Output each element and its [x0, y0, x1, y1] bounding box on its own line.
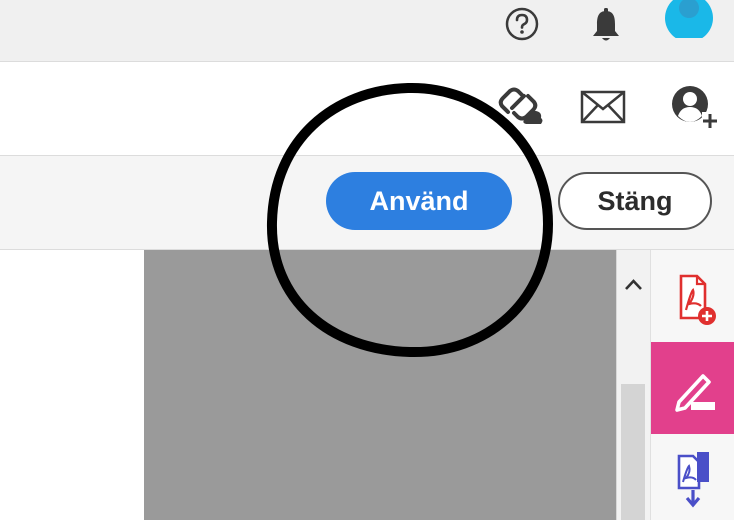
- fill-sign-tool[interactable]: [651, 342, 734, 434]
- add-user-icon[interactable]: [668, 82, 718, 132]
- link-icon[interactable]: [498, 84, 544, 128]
- fill-sign-icon: [675, 374, 715, 412]
- document-toolbar: [0, 62, 734, 156]
- mail-icon[interactable]: [580, 90, 626, 124]
- vertical-scrollbar[interactable]: [616, 250, 650, 520]
- scroll-thumb[interactable]: [621, 384, 645, 520]
- help-icon[interactable]: [504, 6, 540, 42]
- document-title-area: [20, 92, 260, 138]
- export-pdf-icon: [677, 452, 709, 508]
- create-pdf-tool[interactable]: [651, 262, 734, 334]
- export-pdf-tool[interactable]: [651, 444, 734, 516]
- fill-sign-action-bar: Använd Stäng: [0, 156, 734, 250]
- close-button[interactable]: Stäng: [558, 172, 712, 230]
- apply-button[interactable]: Använd: [326, 172, 512, 230]
- left-panel: [0, 250, 144, 520]
- document-canvas[interactable]: [144, 250, 616, 520]
- scroll-up-arrow-icon[interactable]: [617, 250, 650, 320]
- app-window: Använd Stäng: [0, 0, 734, 520]
- avatar[interactable]: [665, 0, 713, 46]
- tools-rail: [650, 250, 734, 520]
- global-header: [0, 0, 734, 62]
- bell-icon[interactable]: [588, 6, 624, 44]
- create-pdf-icon: [679, 274, 716, 325]
